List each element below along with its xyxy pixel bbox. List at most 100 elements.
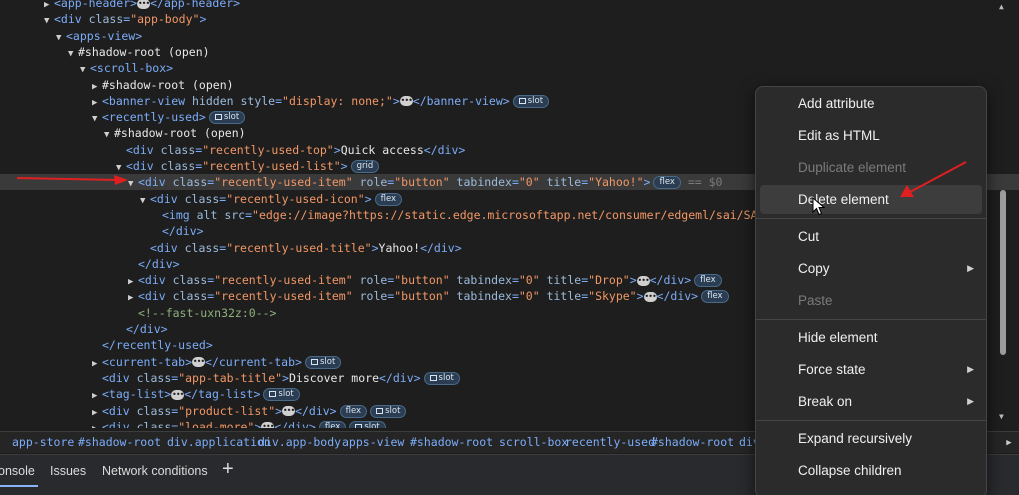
- markup-tag: >: [340, 159, 348, 173]
- ellipsis-icon[interactable]: •••: [171, 389, 184, 400]
- breadcrumb-item[interactable]: #shadow-root: [410, 435, 493, 449]
- slot-badge[interactable]: slot: [370, 404, 407, 418]
- slot-badge[interactable]: slot: [423, 371, 460, 385]
- tree-row[interactable]: ▶ <app-header>•••</app-header>: [0, 0, 1019, 11]
- breadcrumb-item[interactable]: #shadow-root: [78, 435, 161, 449]
- markup-attr: title: [539, 289, 582, 304]
- badge-label: flex: [324, 421, 341, 428]
- menu-item-label: Copy: [798, 261, 830, 276]
- badge-label: slot: [278, 389, 294, 400]
- scrollbar-thumb[interactable]: [1000, 190, 1006, 355]
- markup-tag: >: [636, 289, 644, 304]
- tab-console[interactable]: onsole: [0, 464, 35, 478]
- menu-item-label: Hide element: [798, 330, 878, 345]
- menu-item-delete-element[interactable]: Delete element: [760, 185, 982, 214]
- tree-row[interactable]: ▼ <apps-view>: [0, 28, 1019, 44]
- markup-attr: class: [184, 191, 220, 206]
- mouse-cursor-icon: [812, 197, 826, 216]
- markup-comment: <!--fast-uxn32z:0-->: [138, 305, 277, 320]
- ellipsis-icon[interactable]: •••: [192, 357, 205, 368]
- markup-txt: Yahoo!: [378, 240, 421, 255]
- badge-label: slot: [319, 356, 336, 367]
- plus-icon[interactable]: +: [222, 458, 234, 481]
- tree-scrollbar[interactable]: ▲ ▼: [996, 0, 1010, 428]
- ellipsis-icon[interactable]: •••: [399, 96, 413, 107]
- menu-item-force-state[interactable]: Force state ▶: [760, 355, 982, 384]
- menu-item-collapse-children[interactable]: Collapse children: [760, 456, 982, 485]
- markup-attr: tabindex: [449, 273, 512, 288]
- markup-tag: <div: [150, 191, 185, 206]
- markup-tag: =: [275, 93, 283, 108]
- markup-attr: hidden style: [192, 93, 276, 108]
- markup-tag: >: [364, 191, 372, 206]
- breadcrumb-item[interactable]: scroll-box: [499, 435, 568, 449]
- ellipsis-icon[interactable]: •••: [261, 422, 275, 428]
- chevron-right-icon: ▶: [967, 396, 974, 406]
- ellipsis-icon[interactable]: •••: [137, 0, 150, 9]
- slot-badge[interactable]: slot: [263, 388, 300, 402]
- triangle-expand-icon[interactable]: ▶: [92, 421, 102, 428]
- breadcrumb-item[interactable]: div.app-body: [258, 435, 341, 449]
- tab-issues[interactable]: Issues: [50, 464, 86, 478]
- markup-tag: </recently-used>: [102, 338, 213, 353]
- menu-item-label: Paste: [798, 293, 833, 308]
- menu-item-hide-element[interactable]: Hide element: [760, 323, 982, 352]
- markup-tag: >: [392, 93, 400, 108]
- breadcrumb-item[interactable]: app-store: [12, 435, 74, 449]
- tab-network-conditions[interactable]: Network conditions: [102, 464, 208, 478]
- markup-tag: </div>: [649, 273, 692, 288]
- flex-badge[interactable]: flex: [318, 420, 347, 428]
- flex-badge[interactable]: flex: [694, 274, 722, 288]
- tree-row[interactable]: ▼ <scroll-box>: [0, 60, 1019, 76]
- markup-tag: =: [511, 289, 519, 304]
- markup-tag: </div>: [274, 419, 316, 428]
- flex-badge[interactable]: flex: [374, 192, 403, 206]
- menu-item-break-on[interactable]: Break on ▶: [760, 387, 982, 416]
- slot-badge[interactable]: slot: [512, 94, 550, 108]
- badge-label: slot: [364, 421, 380, 428]
- menu-item-label: Cut: [798, 229, 820, 244]
- slot-badge[interactable]: slot: [304, 355, 342, 369]
- breadcrumb-item[interactable]: apps-view: [342, 435, 404, 449]
- menu-item-add-attribute[interactable]: Add attribute: [760, 89, 982, 118]
- badge-label: slot: [438, 372, 454, 383]
- scroll-down-icon[interactable]: ▼: [999, 412, 1004, 421]
- markup-tag: </banner-view>: [412, 93, 510, 108]
- markup-tag: >: [254, 419, 262, 428]
- breadcrumb-item[interactable]: recently-used: [565, 435, 655, 449]
- grid-badge[interactable]: grid: [350, 160, 380, 173]
- ellipsis-icon[interactable]: •••: [636, 275, 650, 286]
- menu-item-copy[interactable]: Copy ▶: [760, 254, 982, 283]
- chevron-right-icon: ▶: [967, 364, 974, 374]
- ellipsis-icon[interactable]: •••: [282, 406, 295, 416]
- markup-tag: </div>: [162, 224, 204, 239]
- markup-tag: <banner-view: [102, 93, 193, 108]
- menu-item-cut[interactable]: Cut: [760, 222, 982, 251]
- markup-attr: role: [352, 273, 388, 288]
- ellipsis-icon[interactable]: •••: [643, 291, 657, 302]
- markup-attr: tabindex: [449, 289, 512, 304]
- markup-tag: >: [333, 142, 341, 157]
- chevron-right-icon[interactable]: ▶: [1001, 435, 1017, 451]
- menu-item-edit-as-html[interactable]: Edit as HTML: [760, 121, 982, 150]
- badge-label: flex: [380, 193, 397, 204]
- markup-attr: class: [172, 175, 208, 190]
- tree-row[interactable]: ▼ <div class="app-body">: [0, 11, 1019, 27]
- breadcrumb-item[interactable]: #shadow-root: [651, 435, 734, 449]
- markup-attr: class: [172, 273, 208, 288]
- badge-label: flex: [345, 405, 362, 416]
- slot-icon: [269, 391, 277, 398]
- slot-badge[interactable]: slot: [208, 111, 246, 125]
- flex-badge[interactable]: flex: [339, 404, 368, 418]
- flex-badge[interactable]: flex: [701, 290, 729, 304]
- scroll-up-icon[interactable]: ▲: [999, 2, 1004, 11]
- flex-badge[interactable]: flex: [653, 176, 681, 190]
- markup-str: "0": [518, 273, 540, 288]
- breadcrumb-item[interactable]: div.application: [167, 435, 271, 449]
- slot-badge[interactable]: slot: [349, 420, 386, 428]
- tree-row[interactable]: ▼ #shadow-root (open): [0, 44, 1019, 60]
- markup-str: "app-body": [130, 12, 200, 27]
- markup-tag: </div>: [656, 289, 699, 304]
- menu-item-expand-recursively[interactable]: Expand recursively: [760, 424, 982, 453]
- markup-tag: <img: [162, 207, 197, 222]
